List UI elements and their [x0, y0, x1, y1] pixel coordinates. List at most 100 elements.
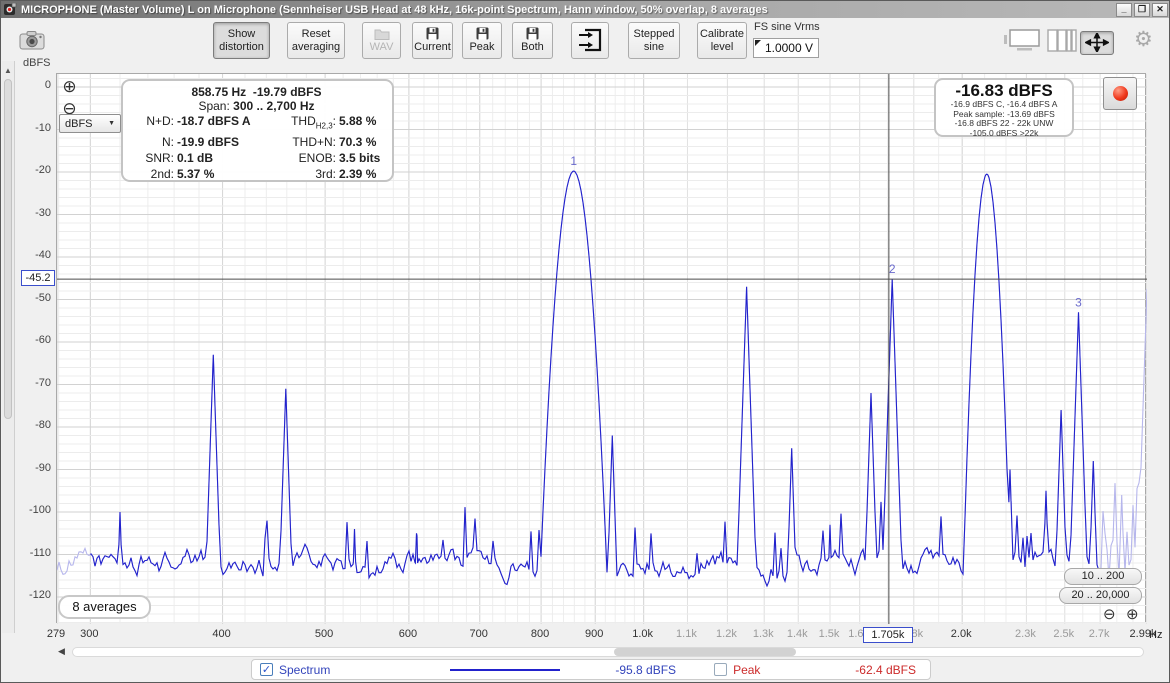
peak-checkbox[interactable]: [714, 663, 727, 676]
x-tick-label: 1.2k: [716, 628, 737, 640]
snr-label: SNR:: [129, 150, 177, 166]
meas-cursor-freq: 858.75 Hz: [191, 85, 246, 99]
x-tick-label: 800: [531, 628, 549, 640]
save-peak-label: Peak: [469, 41, 494, 54]
enob-value: 3.5 bits: [339, 150, 394, 166]
record-button[interactable]: [1103, 77, 1137, 110]
nd-label: N+D:: [129, 113, 177, 134]
span-label: Span:: [198, 99, 229, 113]
harmonic-marker-3: 3: [1075, 295, 1082, 309]
x-tick-label: 300: [80, 628, 98, 640]
cursor-frequency-readout: 1.705k: [863, 627, 913, 643]
stepped-sine-button[interactable]: Stepped sine: [628, 22, 680, 59]
y-tick-label: -70: [15, 377, 51, 389]
x-tick-label: 600: [399, 628, 417, 640]
vertical-scroll-thumb[interactable]: [4, 79, 12, 419]
level-line4: -105.0 dBFS >22k: [936, 129, 1072, 139]
fs-sine-input[interactable]: 1.0000 V: [753, 38, 819, 58]
peak-level-value: -62.4 dBFS: [855, 663, 916, 677]
minimize-button[interactable]: _: [1116, 3, 1132, 17]
maximize-button[interactable]: ❐: [1134, 3, 1150, 17]
calibrate-level-label: Calibrate level: [700, 28, 744, 53]
spectrum-legend-label: Spectrum: [279, 663, 330, 677]
camera-icon: [19, 30, 45, 50]
legend-bar: ✓ Spectrum -95.8 dBFS Peak -62.4 dBFS: [251, 659, 931, 680]
spectrum-checkbox[interactable]: ✓: [260, 663, 273, 676]
loopback-button[interactable]: [571, 22, 609, 59]
x-zoom-out-button[interactable]: ⊖: [1103, 607, 1116, 623]
save-icon: [476, 27, 489, 40]
title-bar[interactable]: MICROPHONE (Master Volume) L on Micropho…: [1, 1, 1170, 18]
y-tick-label: -80: [15, 419, 51, 431]
thdn-label: THD+N:: [273, 134, 339, 150]
panes-icon[interactable]: [1047, 29, 1077, 52]
x-tick-label: 1.4k: [787, 628, 808, 640]
snr-value: 0.1 dB: [177, 150, 273, 166]
save-current-button[interactable]: Current: [412, 22, 453, 59]
x-tick-label: 700: [470, 628, 488, 640]
zoom-out-icon: ⊖: [1103, 606, 1116, 623]
show-distortion-button[interactable]: Show distortion: [213, 22, 270, 59]
spectrum-level-value: -95.8 dBFS: [615, 663, 676, 677]
horizontal-scroll-track[interactable]: [72, 647, 1144, 657]
save-icon: [526, 27, 539, 40]
x-tick-label: 1.1k: [676, 628, 697, 640]
y-tick-label: -100: [15, 504, 51, 516]
range-10-200-button[interactable]: 10 .. 200: [1064, 568, 1142, 585]
scroll-left-icon[interactable]: ◀: [58, 646, 65, 657]
range-20-20000-button[interactable]: 20 .. 20,000: [1059, 587, 1142, 604]
n-label: N:: [129, 134, 177, 150]
record-icon: [1113, 86, 1128, 101]
pan-button[interactable]: [1080, 31, 1114, 55]
vertical-scrollbar[interactable]: ▲: [2, 61, 15, 633]
n-value: -19.9 dBFS: [177, 134, 273, 150]
close-button[interactable]: ✕: [1152, 3, 1168, 17]
stepped-sine-label: Stepped sine: [632, 28, 676, 53]
h2-label: 2nd:: [129, 166, 177, 182]
x-zoom-in-button[interactable]: ⊕: [1126, 607, 1139, 623]
horizontal-scrollbar[interactable]: ◀: [56, 646, 1146, 658]
save-current-label: Current: [414, 41, 451, 54]
x-tick-label: 2.3k: [1015, 628, 1036, 640]
y-tick-label: -30: [15, 207, 51, 219]
toolbar: Show distortion Reset averaging WAV Curr…: [1, 18, 1170, 64]
x-tick-label: 1.0k: [632, 628, 653, 640]
loopback-icon: [577, 27, 603, 53]
x-tick-label: 2.7k: [1089, 628, 1110, 640]
zoom-in-button[interactable]: ⊕: [60, 78, 79, 97]
save-both-button[interactable]: Both: [512, 22, 553, 59]
spinner-handle-icon[interactable]: [755, 40, 761, 46]
meas-cursor-level: -19.79 dBFS: [253, 85, 322, 99]
gear-icon[interactable]: ⚙: [1134, 27, 1153, 52]
save-peak-button[interactable]: Peak: [462, 22, 502, 59]
thd-label: THDH2,3:: [273, 113, 339, 134]
scroll-up-icon[interactable]: ▲: [4, 66, 12, 75]
screenshot-button[interactable]: [14, 22, 50, 59]
wav-button: WAV: [362, 22, 401, 59]
scale-select[interactable]: dBFS ▼: [59, 114, 121, 133]
monitor-icon[interactable]: [1003, 29, 1041, 52]
spectrum-trace-out-of-span: [57, 171, 1147, 586]
x-tick-label: 400: [212, 628, 230, 640]
scale-select-value: dBFS: [65, 118, 93, 130]
reset-averaging-button[interactable]: Reset averaging: [287, 22, 345, 59]
calibrate-level-button[interactable]: Calibrate level: [697, 22, 747, 59]
window-title: MICROPHONE (Master Volume) L on Micropho…: [21, 4, 1114, 16]
nd-value: -18.7 dBFS A: [177, 113, 273, 134]
pan-arrows-icon: [1085, 33, 1109, 52]
horizontal-scroll-thumb[interactable]: [614, 648, 796, 656]
x-tick-label: 2.0k: [951, 628, 972, 640]
span-value: 300 .. 2,700 Hz: [233, 99, 314, 113]
h2-value: 5.37 %: [177, 166, 273, 182]
thd-value: 5.88 %: [339, 113, 394, 134]
x-tick-label: 2.5k: [1053, 628, 1074, 640]
harmonic-marker-2: 2: [889, 262, 896, 276]
harmonic-marker-1: 1: [570, 154, 577, 168]
folder-icon: [374, 28, 390, 40]
save-both-label: Both: [521, 41, 544, 54]
x-tick-label: 900: [585, 628, 603, 640]
x-tick-label: 1.3k: [753, 628, 774, 640]
x-tick-label: 279: [47, 628, 65, 640]
level-main: -16.83 dBFS: [936, 81, 1072, 100]
y-tick-label: -90: [15, 462, 51, 474]
